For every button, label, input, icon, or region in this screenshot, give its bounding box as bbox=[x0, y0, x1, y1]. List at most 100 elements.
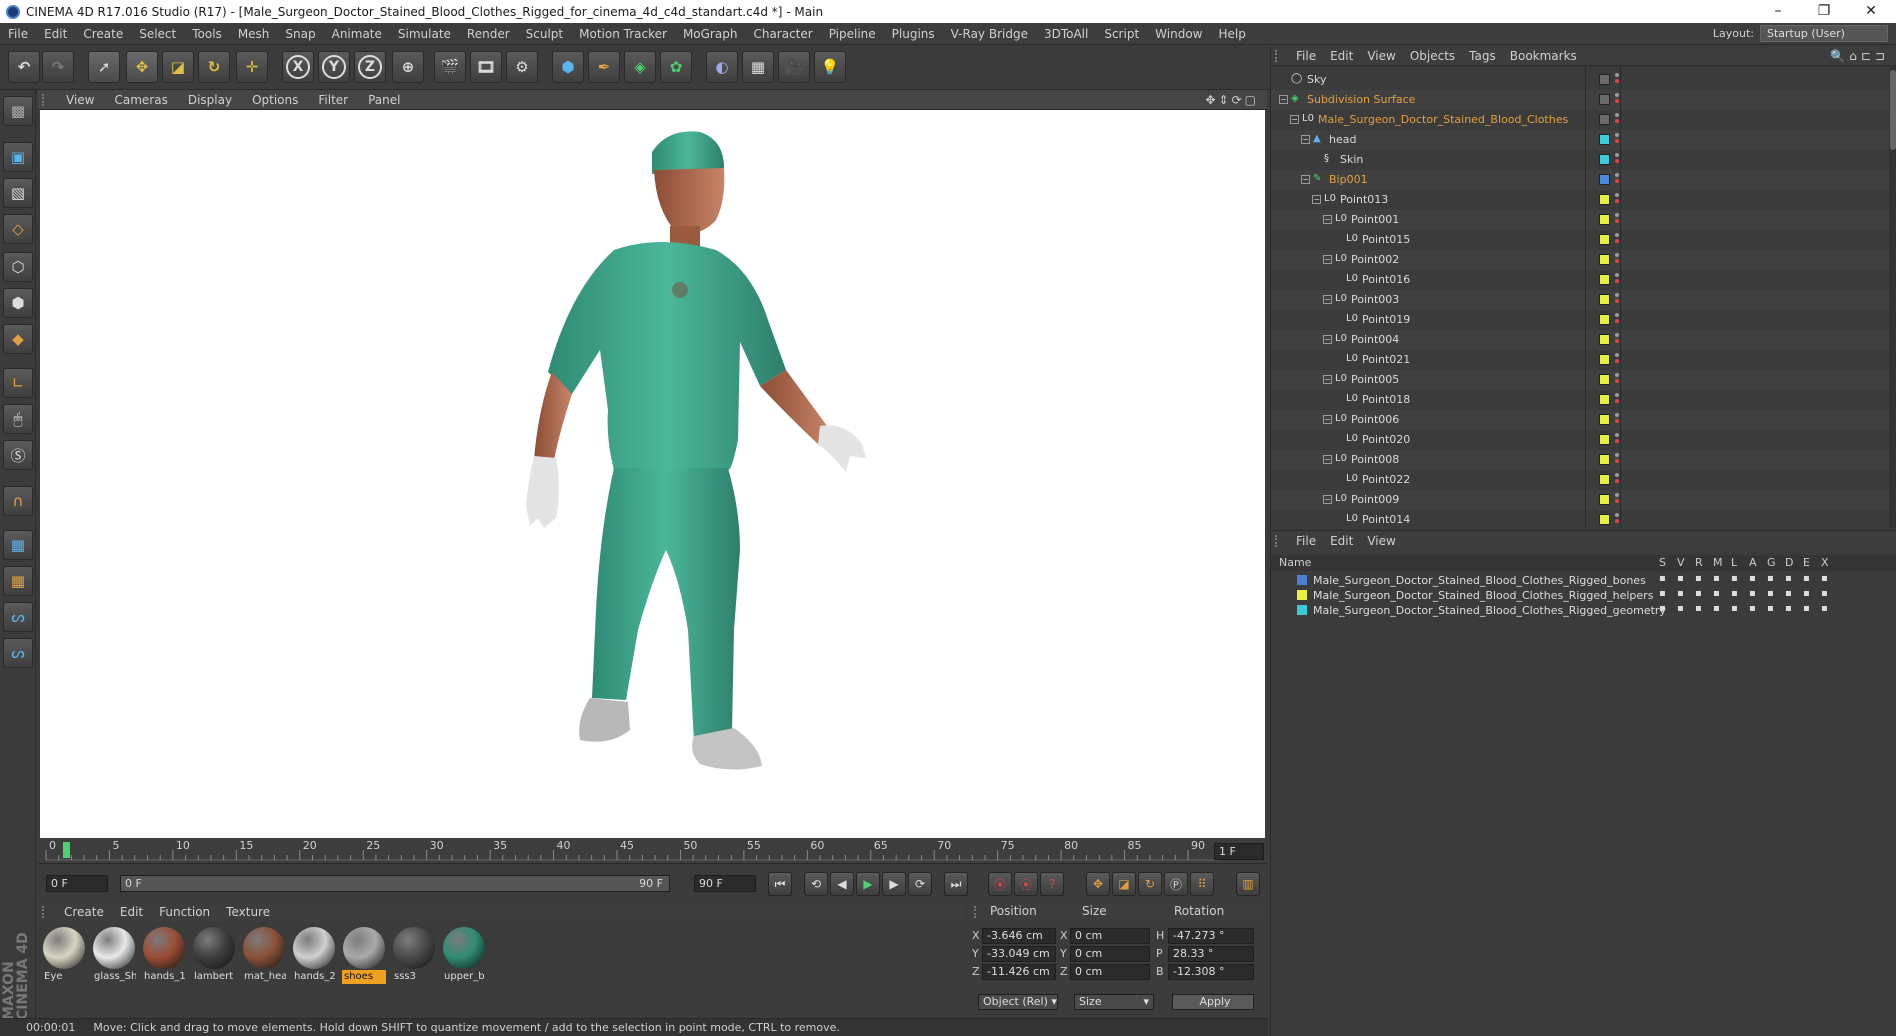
render-settings-icon[interactable]: ⚙ bbox=[506, 51, 538, 83]
expand-toggle-icon[interactable]: − bbox=[1290, 115, 1299, 124]
material-menu-texture[interactable]: Texture bbox=[218, 905, 278, 919]
apply-button[interactable]: Apply bbox=[1172, 994, 1254, 1010]
object-scrollbar[interactable] bbox=[1889, 66, 1896, 528]
column-m[interactable]: M bbox=[1713, 556, 1723, 569]
layer-toggle-icon[interactable]: ▪ bbox=[1749, 588, 1756, 599]
cube-primitive-icon[interactable]: ⬢ bbox=[552, 51, 584, 83]
render-visibility-dot[interactable] bbox=[1615, 419, 1619, 423]
viewport-nav-icons[interactable]: ✥⇕⟳▢ bbox=[1205, 93, 1259, 107]
live-selection-icon[interactable]: ✛ bbox=[236, 51, 268, 83]
position-x-field[interactable]: -3.646 cm bbox=[982, 928, 1056, 944]
expand-toggle-icon[interactable]: − bbox=[1323, 335, 1332, 344]
menu-script[interactable]: Script bbox=[1096, 27, 1147, 41]
edges-mode-icon[interactable]: ⬢ bbox=[3, 288, 33, 318]
object-row[interactable]: − L0 Point008 bbox=[1271, 450, 1891, 470]
polygons-mode-icon[interactable]: ◆ bbox=[3, 324, 33, 354]
record-keys-icon[interactable]: ⦿ bbox=[988, 872, 1012, 896]
layer-toggle-icon[interactable]: ▪ bbox=[1785, 588, 1792, 599]
column-s[interactable]: S bbox=[1659, 556, 1666, 569]
editor-visibility-dot[interactable] bbox=[1615, 493, 1619, 497]
column-x[interactable]: X bbox=[1821, 556, 1829, 569]
layer-toggle-icon[interactable]: ▪ bbox=[1695, 573, 1702, 584]
autokeying-icon[interactable]: ⦿ bbox=[1014, 872, 1038, 896]
3d-viewport[interactable] bbox=[40, 110, 1265, 838]
deformer-icon[interactable]: ◐ bbox=[706, 51, 738, 83]
viewport-menu-display[interactable]: Display bbox=[178, 93, 242, 107]
close-button[interactable]: ✕ bbox=[1848, 0, 1894, 23]
layer-color-swatch[interactable] bbox=[1599, 334, 1610, 345]
layer-color-swatch[interactable] bbox=[1599, 494, 1610, 505]
axis-mode-icon[interactable]: ∟ bbox=[3, 368, 33, 398]
move-tool-icon[interactable]: ✥ bbox=[126, 51, 158, 83]
layer-toggle-icon[interactable]: ▪ bbox=[1803, 588, 1810, 599]
layer-color-swatch[interactable] bbox=[1599, 154, 1610, 165]
layer-toggle-icon[interactable]: ▪ bbox=[1659, 588, 1666, 599]
layer-toggle-icon[interactable]: ▪ bbox=[1749, 573, 1756, 584]
expand-toggle-icon[interactable]: − bbox=[1301, 135, 1310, 144]
expand-toggle-icon[interactable]: − bbox=[1323, 295, 1332, 304]
array-mograph-icon[interactable]: ✿ bbox=[660, 51, 692, 83]
key-pla-icon[interactable]: ⠿ bbox=[1190, 872, 1214, 896]
menu-mesh[interactable]: Mesh bbox=[230, 27, 278, 41]
restore-button[interactable]: ❐ bbox=[1801, 0, 1847, 23]
material-menu-edit[interactable]: Edit bbox=[112, 905, 151, 919]
current-frame-field[interactable]: 0 F bbox=[46, 875, 108, 892]
model-mode-icon[interactable]: ▣ bbox=[3, 142, 33, 172]
locked-workplane-icon[interactable]: ▦ bbox=[3, 566, 33, 596]
render-visibility-dot[interactable] bbox=[1615, 259, 1619, 263]
key-rotation-icon[interactable]: ↻ bbox=[1138, 872, 1162, 896]
end-frame-field[interactable]: 90 F bbox=[694, 875, 756, 892]
menu-3dtoall[interactable]: 3DToAll bbox=[1036, 27, 1096, 41]
render-visibility-dot[interactable] bbox=[1615, 139, 1619, 143]
keyframe-selection-icon[interactable]: ? bbox=[1040, 872, 1064, 896]
next-key-icon[interactable]: ⟳ bbox=[908, 872, 932, 896]
render-visibility-dot[interactable] bbox=[1615, 299, 1619, 303]
render-visibility-dot[interactable] bbox=[1615, 279, 1619, 283]
z-axis-lock-icon[interactable]: Z bbox=[354, 51, 386, 83]
layer-toggle-icon[interactable]: ▪ bbox=[1731, 588, 1738, 599]
rotation-p-field[interactable]: 28.33 ° bbox=[1168, 946, 1254, 962]
layer-color-swatch[interactable] bbox=[1599, 394, 1610, 405]
rotation-h-field[interactable]: -47.273 ° bbox=[1168, 928, 1254, 944]
object-menu-bookmarks[interactable]: Bookmarks bbox=[1503, 49, 1584, 63]
layer-toggle-icon[interactable]: ▪ bbox=[1785, 603, 1792, 614]
object-row[interactable]: − L0 Point001 bbox=[1271, 210, 1891, 230]
key-scale-icon[interactable]: ◪ bbox=[1112, 872, 1136, 896]
expand-toggle-icon[interactable]: − bbox=[1323, 415, 1332, 424]
object-row[interactable]: L0 Point014 bbox=[1271, 510, 1891, 528]
render-visibility-dot[interactable] bbox=[1615, 179, 1619, 183]
layer-color-swatch[interactable] bbox=[1599, 414, 1610, 425]
editor-visibility-dot[interactable] bbox=[1615, 353, 1619, 357]
object-row[interactable]: − L0 Point009 bbox=[1271, 490, 1891, 510]
undo-icon[interactable]: ↶ bbox=[8, 51, 40, 83]
render-visibility-dot[interactable] bbox=[1615, 499, 1619, 503]
previous-frame-icon[interactable]: ◀ bbox=[830, 872, 854, 896]
make-editable-icon[interactable]: ▩ bbox=[3, 96, 33, 126]
render-visibility-dot[interactable] bbox=[1615, 119, 1619, 123]
material-swatch[interactable]: hands_1 bbox=[142, 926, 186, 988]
menu-help[interactable]: Help bbox=[1210, 27, 1253, 41]
render-visibility-dot[interactable] bbox=[1615, 99, 1619, 103]
menu-v-ray-bridge[interactable]: V-Ray Bridge bbox=[943, 27, 1036, 41]
layout-dropdown[interactable]: Startup (User) bbox=[1760, 25, 1888, 42]
column-a[interactable]: A bbox=[1749, 556, 1757, 569]
redo-icon[interactable]: ↷ bbox=[42, 51, 74, 83]
layer-toggle-icon[interactable]: ▪ bbox=[1821, 588, 1828, 599]
snap-icon[interactable]: Ⓢ bbox=[3, 440, 33, 470]
editor-visibility-dot[interactable] bbox=[1615, 453, 1619, 457]
expand-toggle-icon[interactable]: − bbox=[1312, 195, 1321, 204]
layer-color-swatch[interactable] bbox=[1297, 605, 1307, 615]
object-row[interactable]: L0 Point018 bbox=[1271, 390, 1891, 410]
menu-tools[interactable]: Tools bbox=[184, 27, 230, 41]
object-row[interactable]: § Skin bbox=[1271, 150, 1891, 170]
position-y-field[interactable]: -33.049 cm bbox=[982, 946, 1056, 962]
y-axis-lock-icon[interactable]: Y bbox=[318, 51, 350, 83]
frame-range-slider[interactable]: 0 F 90 F bbox=[120, 875, 670, 892]
layer-color-swatch[interactable] bbox=[1599, 474, 1610, 485]
object-row[interactable]: − L0 Point005 bbox=[1271, 370, 1891, 390]
layer-row[interactable]: Male_Surgeon_Doctor_Stained_Blood_Clothe… bbox=[1271, 573, 1896, 588]
layer-menu-view[interactable]: View bbox=[1360, 534, 1402, 548]
expand-toggle-icon[interactable]: − bbox=[1279, 95, 1288, 104]
expand-toggle-icon[interactable]: − bbox=[1301, 175, 1310, 184]
playhead-marker[interactable] bbox=[63, 842, 70, 858]
